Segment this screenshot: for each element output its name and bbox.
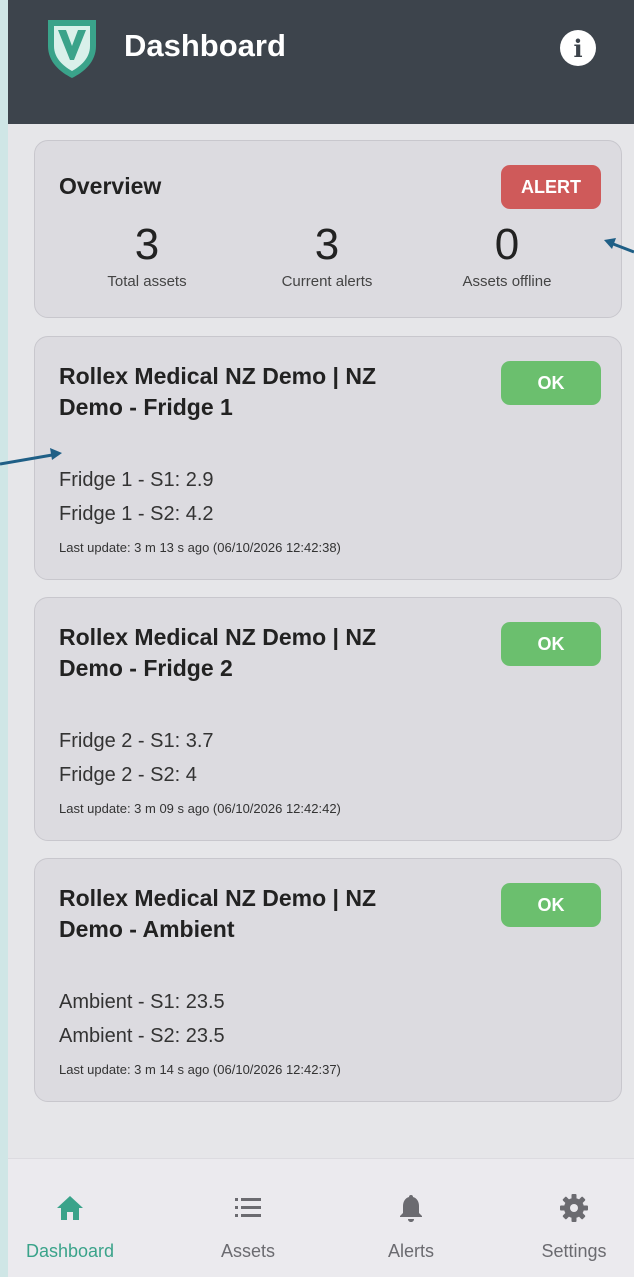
status-badge[interactable]: OK bbox=[501, 883, 601, 927]
stat-assets-offline: 0 Assets offline bbox=[417, 219, 597, 290]
asset-card[interactable]: Rollex Medical NZ Demo | NZ Demo - Fridg… bbox=[34, 597, 622, 841]
stat-label: Assets offline bbox=[462, 273, 552, 290]
nav-alerts[interactable]: Alerts bbox=[341, 1159, 481, 1277]
nav-assets[interactable]: Assets bbox=[178, 1159, 318, 1277]
gear-icon bbox=[560, 1194, 588, 1222]
info-icon[interactable]: i bbox=[560, 30, 596, 66]
last-update: Last update: 3 m 09 s ago (06/10/2026 12… bbox=[59, 801, 341, 816]
sensor-reading: Ambient - S2: 23.5 bbox=[59, 1025, 225, 1047]
sensor-reading: Fridge 1 - S1: 2.9 bbox=[59, 469, 214, 491]
sensor-reading: Fridge 1 - S2: 4.2 bbox=[59, 503, 214, 525]
sensor-reading: Ambient - S1: 23.5 bbox=[59, 991, 225, 1013]
annotation-arrow-left bbox=[0, 448, 62, 466]
bottom-nav: Dashboard Assets Alerts Settings bbox=[8, 1158, 634, 1277]
nav-label: Alerts bbox=[387, 1241, 434, 1261]
page-title: Dashboard bbox=[124, 28, 286, 63]
stat-value: 3 bbox=[314, 220, 340, 269]
asset-title: Rollex Medical NZ Demo | NZ Demo - Fridg… bbox=[59, 624, 376, 681]
stat-total-assets: 3 Total assets bbox=[57, 219, 237, 290]
stat-current-alerts: 3 Current alerts bbox=[237, 219, 417, 290]
stat-label: Current alerts bbox=[281, 273, 373, 290]
shield-logo-icon bbox=[48, 20, 96, 78]
nav-label: Assets bbox=[220, 1241, 276, 1261]
asset-title: Rollex Medical NZ Demo | NZ Demo - Ambie… bbox=[59, 885, 376, 942]
alert-badge[interactable]: ALERT bbox=[501, 165, 601, 209]
bell-icon bbox=[400, 1195, 422, 1222]
annotation-arrow-right bbox=[604, 238, 634, 254]
nav-label: Dashboard bbox=[25, 1241, 115, 1261]
overview-title: Overview bbox=[59, 173, 162, 199]
app-header: Dashboard i bbox=[8, 0, 634, 124]
asset-title: Rollex Medical NZ Demo | NZ Demo - Fridg… bbox=[59, 363, 376, 420]
sensor-reading: Fridge 2 - S1: 3.7 bbox=[59, 730, 214, 752]
app-screen: Dashboard i Overview ALERT 3 Total asset… bbox=[8, 0, 634, 1277]
stat-label: Total assets bbox=[107, 273, 187, 290]
stat-value: 3 bbox=[134, 220, 160, 269]
nav-dashboard[interactable]: Dashboard bbox=[8, 1159, 140, 1277]
status-badge[interactable]: OK bbox=[501, 622, 601, 666]
overview-card: Overview ALERT 3 Total assets 3 Current … bbox=[34, 140, 622, 318]
nav-settings[interactable]: Settings bbox=[504, 1159, 634, 1277]
sensor-reading: Fridge 2 - S2: 4 bbox=[59, 764, 197, 786]
nav-label: Settings bbox=[541, 1241, 607, 1261]
asset-card[interactable]: Rollex Medical NZ Demo | NZ Demo - Ambie… bbox=[34, 858, 622, 1102]
asset-card[interactable]: Rollex Medical NZ Demo | NZ Demo - Fridg… bbox=[34, 336, 622, 580]
stat-value: 0 bbox=[494, 220, 520, 269]
status-badge[interactable]: OK bbox=[501, 361, 601, 405]
list-icon bbox=[235, 1198, 261, 1217]
last-update: Last update: 3 m 14 s ago (06/10/2026 12… bbox=[59, 1062, 341, 1077]
last-update: Last update: 3 m 13 s ago (06/10/2026 12… bbox=[59, 540, 341, 555]
home-icon bbox=[57, 1196, 83, 1220]
